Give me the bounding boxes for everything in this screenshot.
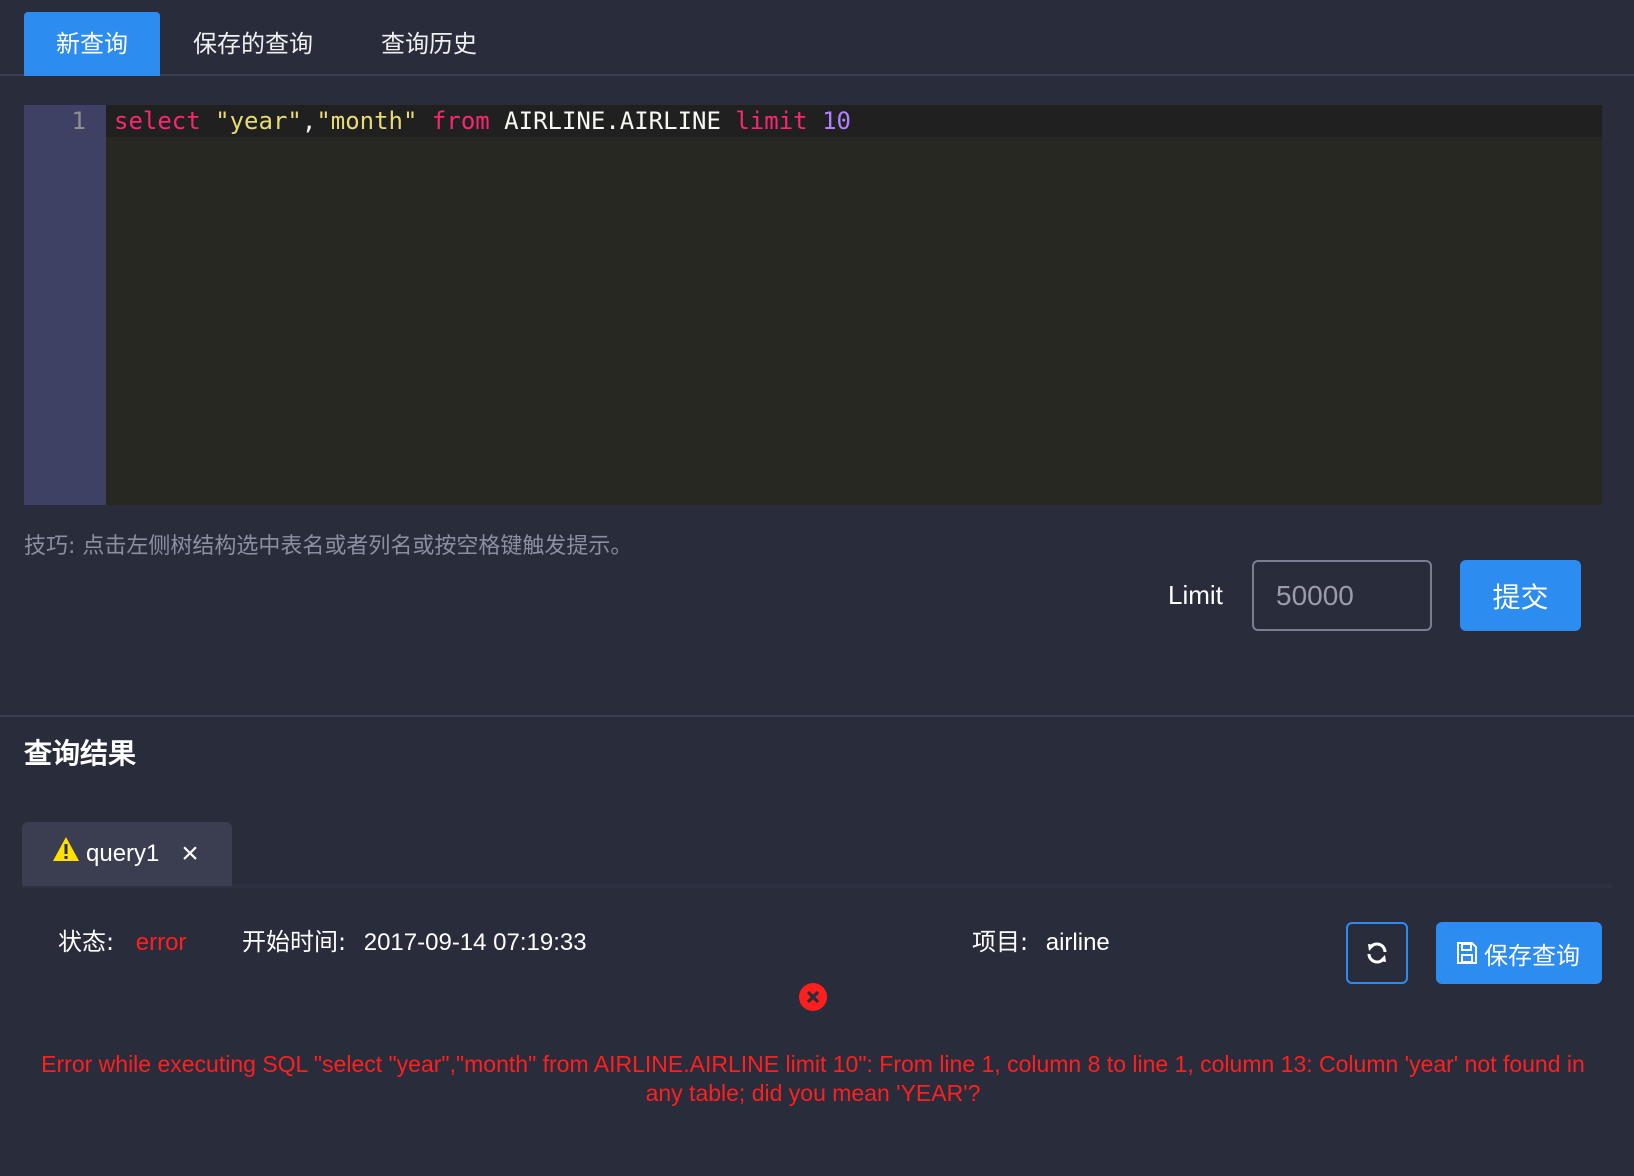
code-token: ,	[301, 107, 317, 135]
result-tab-query1[interactable]: query1 ×	[22, 822, 232, 886]
result-tab-label: query1	[86, 840, 160, 867]
save-query-label: 保存查询	[1484, 943, 1580, 970]
status-info: 状态: error	[58, 922, 186, 957]
editor-tip: 技巧: 点击左侧树结构选中表名或者列名或按空格键触发提示。	[24, 534, 633, 559]
code-token: "year"	[215, 107, 302, 135]
code-token: "month"	[316, 107, 418, 135]
line-number: 1	[71, 107, 86, 135]
tab-saved-queries[interactable]: 保存的查询	[178, 12, 328, 76]
close-icon[interactable]: ×	[176, 839, 204, 869]
refresh-button[interactable]	[1346, 922, 1408, 984]
code-token: limit	[735, 107, 823, 135]
start-time-value: 2017-09-14 07:19:33	[363, 929, 587, 956]
results-title: 查询结果	[24, 737, 137, 770]
tab-new-query[interactable]: 新查询	[24, 12, 160, 76]
project-info: 项目: airline	[972, 922, 1110, 957]
code-token: AIRLINE.AIRLINE	[504, 107, 736, 135]
error-circle-icon	[799, 983, 827, 1011]
status-label: 状态:	[58, 928, 115, 956]
code-token: 10	[822, 107, 851, 135]
warning-icon	[53, 837, 79, 861]
start-time-label: 开始时间:	[242, 928, 347, 956]
project-label: 项目:	[972, 928, 1029, 956]
section-divider	[0, 715, 1634, 717]
project-value: airline	[1045, 929, 1110, 956]
sql-editor[interactable]: 1 select "year","month" from AIRLINE.AIR…	[24, 105, 1602, 505]
editor-gutter: 1	[24, 105, 106, 505]
limit-input[interactable]	[1252, 560, 1432, 631]
tab-query-history[interactable]: 查询历史	[364, 12, 494, 76]
code-line[interactable]: select "year","month" from AIRLINE.AIRLI…	[114, 105, 851, 137]
submit-button[interactable]: 提交	[1460, 560, 1581, 631]
floppy-disk-icon	[1457, 942, 1477, 964]
save-query-button[interactable]: 保存查询	[1436, 922, 1602, 984]
start-time-info: 开始时间: 2017-09-14 07:19:33	[242, 922, 587, 957]
limit-label: Limit	[1168, 580, 1223, 610]
status-value: error	[135, 929, 187, 956]
error-message: Error while executing SQL "select "year"…	[41, 1051, 1585, 1106]
code-token: select	[114, 107, 216, 135]
query-tabbar: 新查询 保存的查询 查询历史	[0, 0, 1634, 76]
refresh-icon	[1367, 942, 1387, 964]
result-tabs-strip	[22, 884, 1612, 888]
code-token: from	[417, 107, 505, 135]
